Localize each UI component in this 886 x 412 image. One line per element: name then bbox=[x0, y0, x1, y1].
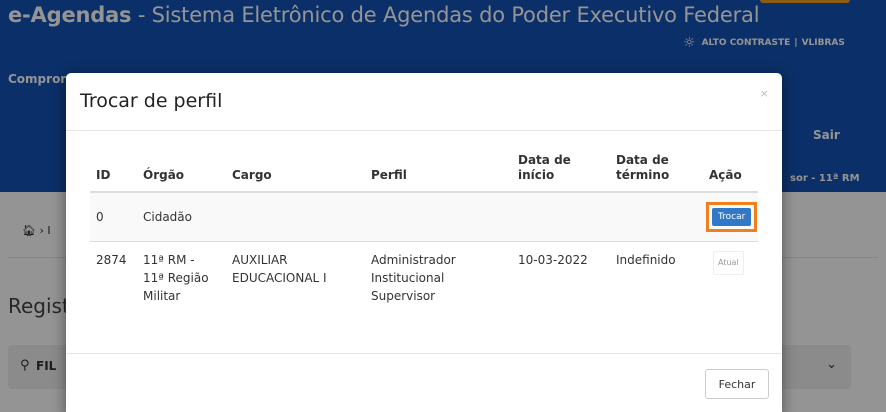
close-button[interactable]: Fechar bbox=[705, 369, 769, 399]
switch-profile-modal: Trocar de perfil × ID Órgão Cargo Perfil… bbox=[66, 73, 782, 412]
cell-end-date bbox=[610, 192, 703, 242]
cell-orgao: 11ª RM -11ª Região Militar bbox=[137, 241, 226, 314]
column-header-orgao: Órgão bbox=[137, 153, 226, 193]
column-header-start-date: Data de início bbox=[512, 153, 610, 193]
cell-start-date bbox=[512, 192, 610, 242]
column-header-end-date: Data de término bbox=[610, 153, 703, 193]
table-header-row: ID Órgão Cargo Perfil Data de início Data… bbox=[90, 153, 758, 193]
cell-action: Trocar bbox=[703, 192, 758, 242]
cell-orgao: Cidadão bbox=[137, 192, 226, 242]
cell-action: Atual bbox=[703, 241, 758, 314]
column-header-perfil: Perfil bbox=[365, 153, 512, 193]
highlight-box: Trocar bbox=[706, 202, 758, 232]
cell-perfil bbox=[365, 192, 512, 242]
modal-title: Trocar de perfil bbox=[80, 90, 223, 112]
cell-end-date: Indefinido bbox=[610, 241, 703, 314]
column-header-id: ID bbox=[90, 153, 137, 193]
table-row: 0 Cidadão Trocar bbox=[90, 192, 758, 242]
cell-cargo bbox=[226, 192, 365, 242]
column-header-cargo: Cargo bbox=[226, 153, 365, 193]
modal-header-divider bbox=[66, 130, 782, 131]
current-profile-badge: Atual bbox=[713, 251, 744, 275]
modal-footer-divider bbox=[66, 353, 782, 354]
column-header-action: Ação bbox=[703, 153, 758, 193]
cell-id: 2874 bbox=[90, 241, 137, 314]
table-row: 2874 11ª RM -11ª Região Militar AUXILIAR E… bbox=[90, 241, 758, 314]
close-icon[interactable]: × bbox=[760, 87, 769, 100]
switch-profile-button[interactable]: Trocar bbox=[712, 208, 752, 226]
profiles-table: ID Órgão Cargo Perfil Data de início Data… bbox=[90, 153, 758, 314]
cell-cargo: AUXILIAR EDUCACIONAL I bbox=[226, 241, 365, 314]
cell-start-date: 10-03-2022 bbox=[512, 241, 610, 314]
cell-perfil: Administrador Institucional Supervisor bbox=[365, 241, 512, 314]
cell-id: 0 bbox=[90, 192, 137, 242]
